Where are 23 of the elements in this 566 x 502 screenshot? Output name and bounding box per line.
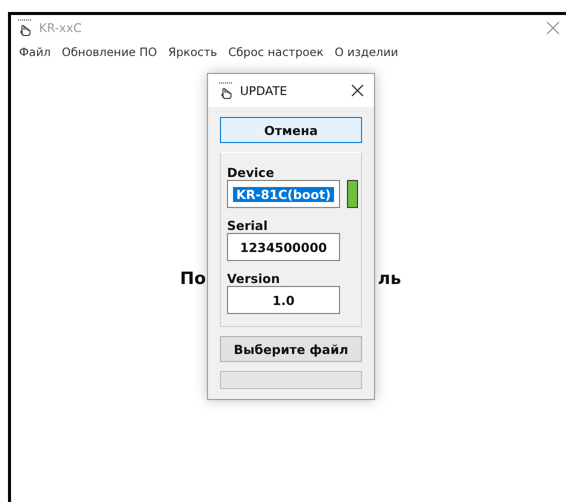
text-field[interactable]: 1234500000 xyxy=(227,233,340,261)
field-label: Device xyxy=(227,165,276,180)
app-icon xyxy=(17,19,33,37)
field-label: Version xyxy=(227,271,281,286)
choose-file-button[interactable]: Выберите файл xyxy=(220,336,362,362)
background-text: По xyxy=(180,269,206,289)
menu-item[interactable]: Обновление ПО xyxy=(62,45,158,59)
window-title: KR-xxC xyxy=(39,21,82,35)
menu-item[interactable]: О изделии xyxy=(334,45,398,59)
menu-item[interactable]: Сброс настроек xyxy=(228,45,324,59)
field-value: KR-81C(boot) xyxy=(233,186,334,202)
dialog-title: UPDATE xyxy=(240,84,288,98)
close-icon[interactable] xyxy=(351,84,364,97)
background-text: ль xyxy=(378,269,402,289)
dialog-icon xyxy=(218,82,234,100)
text-field[interactable]: KR-81C(boot) xyxy=(227,180,340,208)
menu-item[interactable]: Файл xyxy=(19,45,51,59)
menu-item[interactable]: Яркость xyxy=(168,45,218,59)
field-value: 1234500000 xyxy=(239,240,328,254)
cancel-button[interactable]: Отмена xyxy=(220,117,362,143)
text-field[interactable]: 1.0 xyxy=(227,286,340,314)
field-label: Serial xyxy=(227,218,269,233)
field-value: 1.0 xyxy=(271,292,296,308)
